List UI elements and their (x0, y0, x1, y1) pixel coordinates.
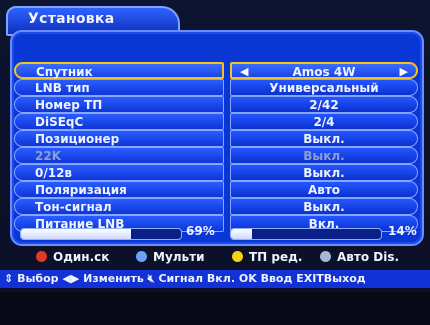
signal-strength-bar (20, 228, 182, 240)
row-value: Выкл. (303, 132, 345, 146)
row-positioner[interactable]: Позиционер Выкл. (14, 130, 420, 147)
row-value: 2/4 (313, 115, 335, 129)
tv-frame (0, 292, 430, 325)
row-value: 2/42 (309, 98, 339, 112)
blue-button-icon (136, 251, 147, 262)
row-label: Номер ТП (35, 98, 103, 112)
signal-quality-label: 14% (388, 224, 417, 238)
signal-strength-fill (21, 229, 132, 239)
signal-strength-label: 69% (186, 224, 215, 238)
row-value: Универсальный (269, 81, 379, 95)
legend-gray[interactable]: Авто Dis. (320, 250, 399, 264)
row-label: LNB тип (35, 81, 90, 95)
arrow-right-icon[interactable]: ▶ (400, 65, 408, 78)
row-value: Выкл. (303, 200, 345, 214)
row-value: Авто (307, 183, 341, 197)
row-lnb-type[interactable]: LNB тип Универсальный (14, 79, 420, 96)
row-label: Спутник (36, 65, 93, 79)
mute-speaker-icon: 🔇︎ (147, 272, 155, 285)
row-value: Amos 4W (292, 65, 356, 79)
row-label: Позиционер (35, 132, 120, 146)
help-text: ⇕ Выбор ◀▶ Изменить 🔇︎ Сигнал Вкл. OK Вв… (4, 272, 366, 285)
row-label: DiSEqC (35, 115, 84, 129)
row-value: Выкл. (303, 149, 345, 163)
row-label: 0/12в (35, 166, 73, 180)
row-0-12v[interactable]: 0/12в Выкл. (14, 164, 420, 181)
leftright-arrows-icon: ◀▶ (62, 272, 80, 285)
help-bar: ⇕ Выбор ◀▶ Изменить 🔇︎ Сигнал Вкл. OK Вв… (0, 270, 430, 288)
legend-yellow[interactable]: ТП ред. (232, 250, 302, 264)
row-satellite[interactable]: Спутник ◀ Amos 4W ▶ (14, 62, 420, 79)
yellow-button-icon (232, 251, 243, 262)
red-button-icon (36, 251, 47, 262)
gray-button-icon (320, 251, 331, 262)
row-22k: 22K Выкл. (14, 147, 420, 164)
updown-arrows-icon: ⇕ (4, 272, 14, 285)
legend-blue[interactable]: Мульти (136, 250, 205, 264)
signal-quality-bar (230, 228, 382, 240)
signal-quality-fill (231, 229, 252, 239)
legend-red[interactable]: Один.ск (36, 250, 109, 264)
row-diseqc[interactable]: DiSEqC 2/4 (14, 113, 420, 130)
row-label: 22K (35, 149, 61, 163)
row-tone-signal[interactable]: Тон-сигнал Выкл. (14, 198, 420, 215)
row-tp-number[interactable]: Номер ТП 2/42 (14, 96, 420, 113)
row-label: Поляризация (35, 183, 127, 197)
page-title: Установка (28, 11, 115, 27)
row-value: Выкл. (303, 166, 345, 180)
row-label: Тон-сигнал (35, 200, 112, 214)
row-polarization[interactable]: Поляризация Авто (14, 181, 420, 198)
